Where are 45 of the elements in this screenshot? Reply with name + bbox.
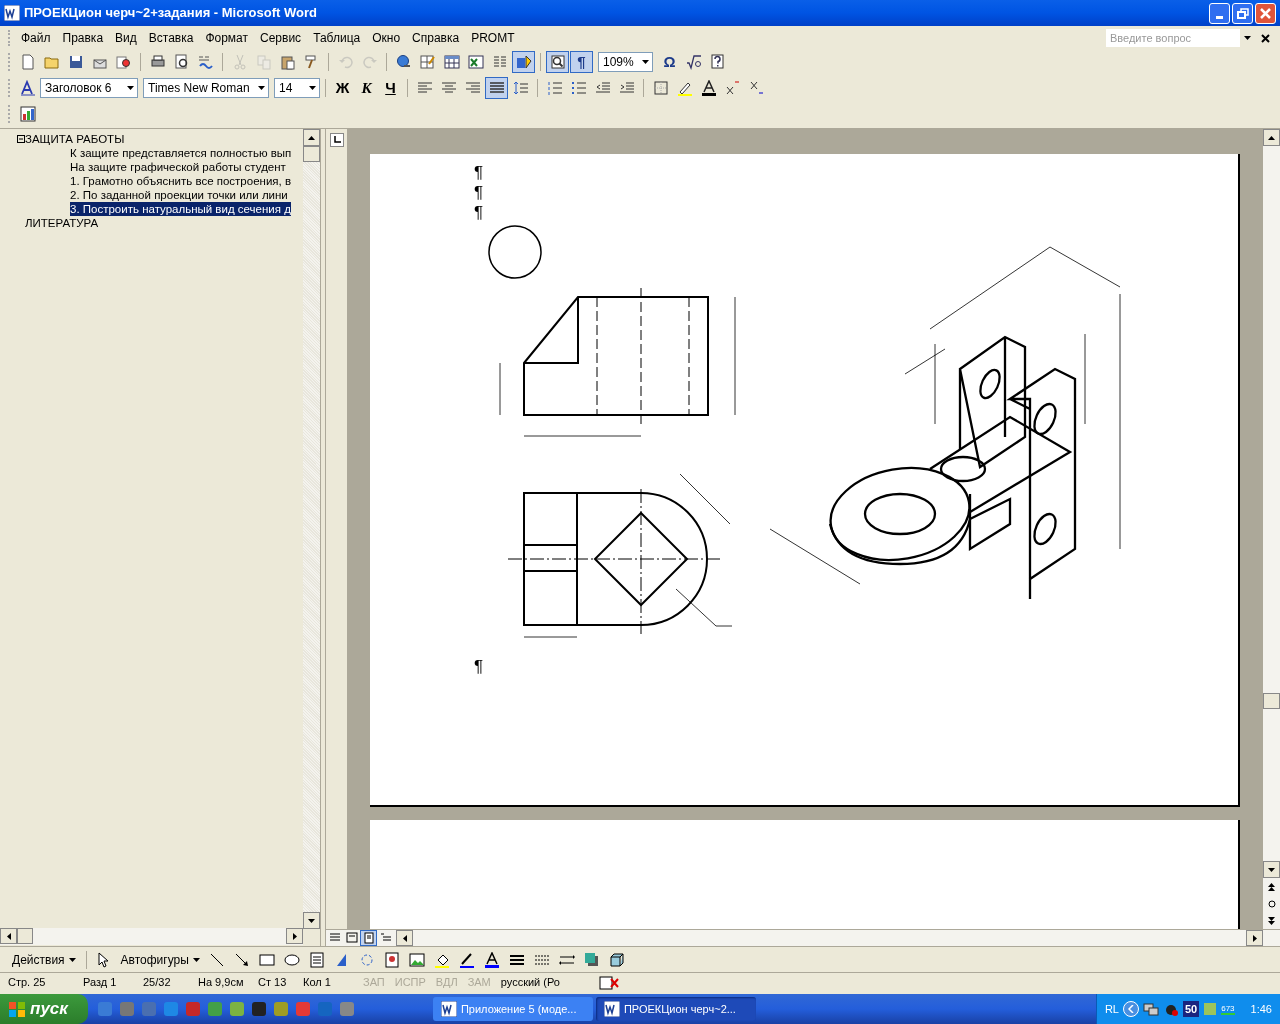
outline-item[interactable]: ЛИТЕРАТУРА: [25, 216, 99, 230]
menu-item[interactable]: Сервис: [254, 29, 308, 47]
bold-button[interactable]: Ж: [331, 77, 354, 99]
tray-badge[interactable]: 50: [1182, 1000, 1200, 1018]
paragraph-mark: ¶: [474, 657, 484, 677]
start-button[interactable]: пуск: [0, 994, 88, 1024]
italic-button[interactable]: К: [355, 77, 378, 99]
formatting-marks-button[interactable]: ¶: [570, 51, 593, 73]
status-field: Стр. 25: [8, 974, 83, 991]
paragraph-mark: ¶: [474, 203, 484, 223]
actions-menu-button[interactable]: Действия: [8, 948, 80, 971]
outline-item[interactable]: ЗАЩИТА РАБОТЫ: [25, 132, 125, 146]
menu-item[interactable]: Вставка: [142, 29, 200, 47]
menu-item[interactable]: Справка: [406, 29, 466, 47]
menu-item[interactable]: Формат: [199, 29, 255, 47]
font-dropdown[interactable]: Times New Roman: [143, 78, 269, 98]
underline-button[interactable]: Ч: [379, 77, 402, 99]
menu-item[interactable]: Таблица: [307, 29, 367, 47]
autoshapes-menu-button[interactable]: Автофигуры: [116, 948, 204, 971]
window-title: ПРОЕКЦион черч~2+задания - Microsoft Word: [24, 4, 318, 23]
zoom-dropdown[interactable]: 109%: [598, 52, 653, 72]
paragraph-mark: ¶: [474, 163, 484, 183]
symbol-button[interactable]: Ω: [658, 51, 681, 73]
outline-item[interactable]: К защите представляется полностью вып: [70, 146, 292, 160]
outline-item[interactable]: 2. По заданной проекции точки или лини: [70, 188, 288, 202]
menu-item[interactable]: Вид: [109, 29, 143, 47]
paragraph-mark: ¶: [474, 183, 484, 203]
status-field: Ст 13: [258, 974, 303, 991]
outline-item[interactable]: На защите графической работы студент: [70, 160, 286, 174]
taskbar-button[interactable]: ПРОЕКЦион черч~2...: [595, 997, 756, 1021]
menu-item[interactable]: Файл: [15, 29, 57, 47]
help-question-field[interactable]: Введите вопрос: [1106, 29, 1240, 47]
outline-item[interactable]: 1. Грамотно объяснить все построения, в: [70, 174, 292, 188]
status-field: Кол 1: [303, 974, 358, 991]
menu-item[interactable]: Правка: [56, 29, 110, 47]
outline-item[interactable]: 3. Построить натуральный вид сечения д: [70, 202, 291, 216]
menu-item[interactable]: Окно: [366, 29, 407, 47]
status-field: 25/32: [143, 974, 198, 991]
menu-item[interactable]: PROMT: [465, 29, 521, 47]
status-field: Разд 1: [83, 974, 143, 991]
language-status[interactable]: русский (Ро: [495, 974, 591, 991]
status-field: На 9,9см: [198, 974, 258, 991]
font-size-dropdown[interactable]: 14: [274, 78, 320, 98]
style-dropdown[interactable]: Заголовок 6: [40, 78, 138, 98]
taskbar-button[interactable]: Приложение 5 (моде...: [432, 997, 593, 1021]
